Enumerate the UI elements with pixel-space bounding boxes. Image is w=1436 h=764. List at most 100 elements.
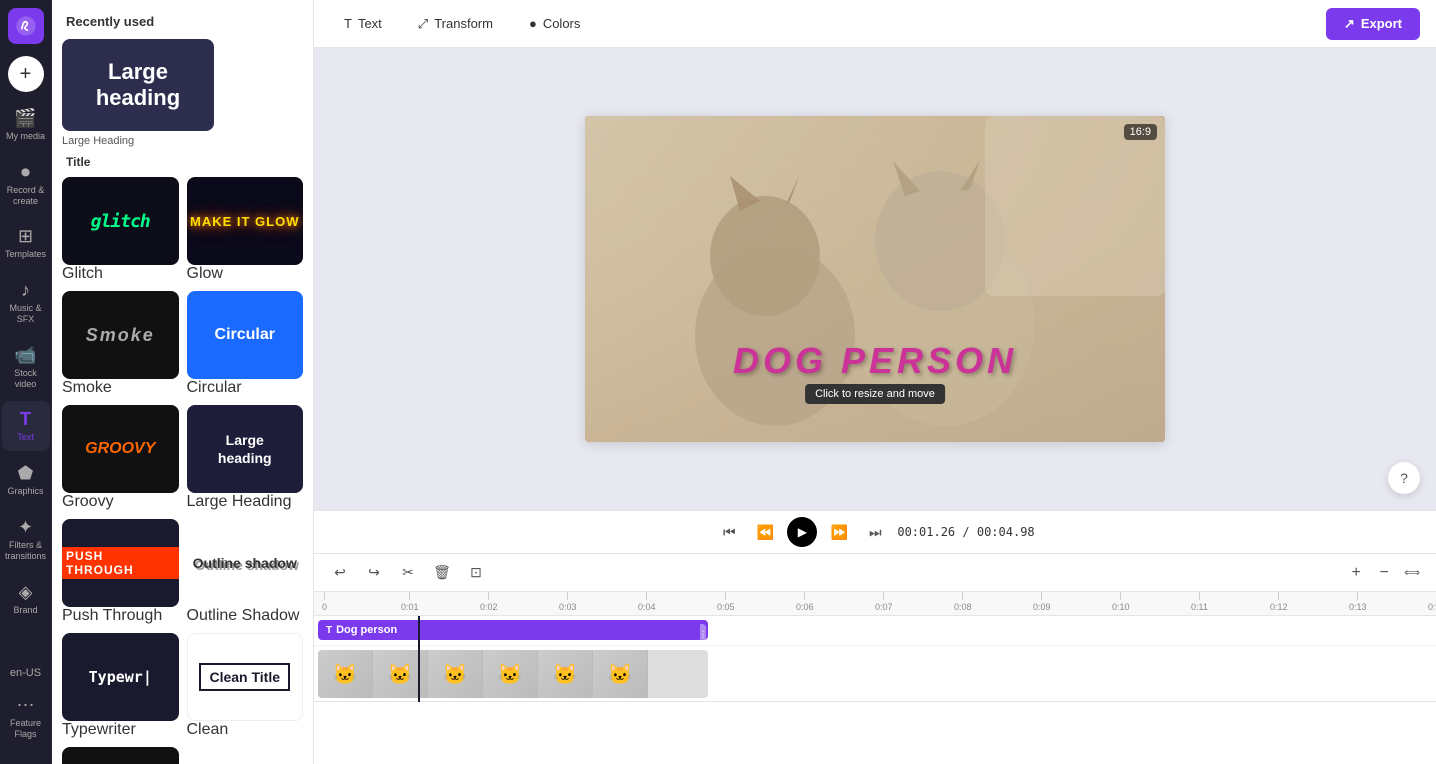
ruler-mark-8: 0:08 <box>954 592 972 612</box>
video-thumb-2: 🐱 <box>373 650 428 698</box>
total-time: 00:04 <box>977 525 1013 539</box>
ruler-mark-6: 0:06 <box>796 592 814 612</box>
template-card-typewriter-wrapper: Typewr| Typewriter <box>62 633 179 739</box>
template-card-groovy[interactable]: GROOVY <box>62 405 179 493</box>
circular-preview-text: Circular <box>215 326 275 344</box>
step-back-button[interactable]: ⏪ <box>751 518 779 546</box>
text-track-handle[interactable]: ⋮ <box>700 624 706 644</box>
video-thumb-6: 🐱 <box>593 650 648 698</box>
add-button[interactable]: + <box>8 56 44 92</box>
skip-to-end-button[interactable]: ⏭ <box>861 518 889 546</box>
sidebar-item-graphics[interactable]: ⬟ Graphics <box>2 455 50 505</box>
time-separator: / <box>962 525 976 539</box>
timeline-area: ↩ ↪ ✂ 🗑 ⊡ + − ⟺ 00:010:020:030:040:050:0… <box>314 554 1436 764</box>
fit-button[interactable]: ⟺ <box>1400 561 1424 585</box>
language-selector[interactable]: en-US <box>6 663 45 683</box>
step-forward-button[interactable]: ⏩ <box>825 518 853 546</box>
filters-icon: ✦ <box>18 517 33 538</box>
sidebar-item-filters[interactable]: ✦ Filters & transitions <box>2 509 50 570</box>
sidebar-item-my-media[interactable]: 🎬 My media <box>2 100 50 150</box>
play-button[interactable]: ▶ <box>787 517 817 547</box>
template-card-glitch[interactable]: glitch <box>62 177 179 265</box>
undo-button[interactable]: ↩ <box>326 559 354 587</box>
recently-used-line1: Large <box>96 59 180 85</box>
zoom-out-button[interactable]: − <box>1372 561 1396 585</box>
template-card-smoke-wrapper: Smoke Smoke <box>62 291 179 397</box>
sidebar-item-record[interactable]: ⏺ Record & create <box>2 154 50 215</box>
recently-used-large-heading[interactable]: Large heading <box>62 39 214 131</box>
video-track[interactable]: 🐱 🐱 🐱 🐱 🐱 🐱 <box>318 650 708 698</box>
time-display: 00:01.26 / 00:04.98 <box>897 525 1034 539</box>
sidebar-item-music[interactable]: ♪ Music & SFX <box>2 272 50 333</box>
text-toolbar-btn[interactable]: T Text <box>330 10 396 37</box>
canvas-image-svg <box>585 116 1165 442</box>
recently-used-item-label: Large Heading <box>62 135 303 147</box>
glow-label: Glow <box>187 265 304 283</box>
template-card-circular-wrapper: Circular Circular <box>187 291 304 397</box>
template-grid-row2: Smoke Smoke Circular Circular <box>62 291 303 397</box>
sidebar-item-feature-flags[interactable]: ⋯ Feature Flags <box>2 687 50 748</box>
text-track-icon: T <box>326 625 332 636</box>
export-label: Export <box>1361 16 1402 31</box>
transform-toolbar-btn[interactable]: ⤢ Transform <box>404 10 507 38</box>
template-card-clean-wrapper: Clean Title Clean <box>187 633 304 739</box>
template-card-glow[interactable]: MAKE IT GLOW <box>187 177 304 265</box>
sidebar-item-label-text: Text <box>17 432 34 443</box>
top-toolbar: T Text ⤢ Transform ● Colors ↗ Export <box>314 0 1436 48</box>
glow-preview-text: MAKE IT GLOW <box>190 214 300 229</box>
template-card-push[interactable]: PUSH THROUGH <box>62 519 179 607</box>
ruler-mark-3: 0:03 <box>559 592 577 612</box>
ruler-mark-1: 0:01 <box>401 592 419 612</box>
text-toolbar-icon: T <box>344 16 352 31</box>
template-card-tidal[interactable]: TIDAL <box>187 747 304 764</box>
canva-logo[interactable] <box>8 8 44 44</box>
template-card-smoke[interactable]: Smoke <box>62 291 179 379</box>
sidebar-item-text[interactable]: T Text <box>2 401 50 451</box>
template-card-outline[interactable]: Outline shadow <box>187 519 304 607</box>
ruler-mark-9: 0:09 <box>1033 592 1051 612</box>
large-heading-label: Large Heading <box>187 493 304 511</box>
sidebar-item-stock-video[interactable]: 📹 Stock video <box>2 337 50 398</box>
text-track[interactable]: T Dog person ⋮ <box>318 620 708 640</box>
transform-label: Transform <box>434 16 493 31</box>
cut-button[interactable]: ✂ <box>394 559 422 587</box>
sidebar-item-label-music: Music & SFX <box>6 303 46 325</box>
glitch-label: Glitch <box>62 265 179 283</box>
template-card-tidal-wrapper: TIDAL Tidal <box>187 747 304 764</box>
text-toolbar-label: Text <box>358 16 382 31</box>
language-label: en-US <box>10 667 41 679</box>
ruler-mark-4: 0:04 <box>638 592 656 612</box>
help-button[interactable]: ? <box>1388 462 1420 494</box>
zoom-in-button[interactable]: + <box>1344 561 1368 585</box>
template-card-clean[interactable]: Clean Title <box>187 633 304 721</box>
sidebar-item-brand[interactable]: ◈ Brand <box>2 574 50 624</box>
ruler-mark-10: 0:10 <box>1112 592 1130 612</box>
ruler-mark-13: 0:13 <box>1349 592 1367 612</box>
more-button[interactable]: ⊡ <box>462 559 490 587</box>
my-media-icon: 🎬 <box>14 108 36 129</box>
timeline-toolbar: ↩ ↪ ✂ 🗑 ⊡ + − ⟺ <box>314 554 1436 592</box>
skip-to-start-button[interactable]: ⏮ <box>715 518 743 546</box>
export-arrow-icon: ↗ <box>1344 16 1355 32</box>
text-track-row: T Dog person ⋮ <box>314 616 1436 646</box>
template-card-fireworks[interactable]: ★ Fireworks <box>62 747 179 764</box>
sidebar-item-templates[interactable]: ⊞ Templates <box>2 218 50 268</box>
template-card-circular[interactable]: Circular <box>187 291 304 379</box>
ruler-mark-7: 0:07 <box>875 592 893 612</box>
template-card-large-heading[interactable]: Largeheading <box>187 405 304 493</box>
delete-button[interactable]: 🗑 <box>428 559 456 587</box>
colors-toolbar-btn[interactable]: ● Colors <box>515 10 594 37</box>
ruler-marks-container: 00:010:020:030:040:050:060:070:080:090:1… <box>322 592 1428 616</box>
large-heading-preview-text: Largeheading <box>218 431 272 467</box>
canvas-overlay-text[interactable]: DOG PERSON <box>733 340 1017 382</box>
brand-icon: ◈ <box>19 582 33 603</box>
template-card-push-wrapper: PUSH THROUGH Push Through <box>62 519 179 625</box>
template-card-typewriter[interactable]: Typewr| <box>62 633 179 721</box>
redo-button[interactable]: ↪ <box>360 559 388 587</box>
title-section-heading: Title <box>66 155 303 169</box>
template-grid-row4: PUSH THROUGH Push Through Outline shadow… <box>62 519 303 625</box>
smoke-preview-text: Smoke <box>86 325 155 346</box>
main-area: T Text ⤢ Transform ● Colors ↗ Export <box>314 0 1436 764</box>
sidebar-item-label-stock-video: Stock video <box>6 368 46 390</box>
export-button[interactable]: ↗ Export <box>1326 8 1420 40</box>
